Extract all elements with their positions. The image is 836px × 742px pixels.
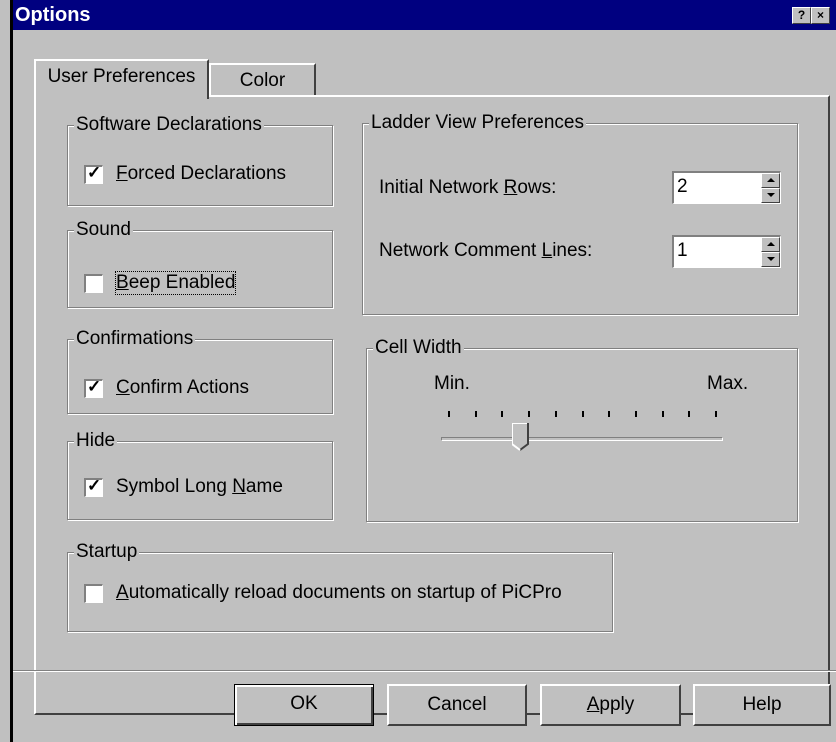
slider-tick — [608, 411, 611, 417]
spin-down-button[interactable] — [761, 252, 780, 267]
window-title: Options — [15, 4, 91, 26]
confirm-actions-checkbox[interactable]: ✓ Confirm Actions — [84, 377, 249, 399]
slider-tick — [661, 411, 664, 417]
checkbox-box[interactable]: ✓ — [84, 162, 103, 184]
window-edge — [10, 0, 13, 742]
tab-user-preferences[interactable]: User Preferences — [34, 59, 209, 99]
slider-tick — [688, 411, 691, 417]
arrow-down-icon — [767, 193, 775, 197]
close-icon[interactable]: × — [811, 7, 830, 24]
network-comment-lines-spinner[interactable]: 1 — [672, 235, 781, 268]
slider-tick — [715, 411, 717, 417]
arrow-up-icon — [767, 242, 775, 246]
checkbox-label: Symbol Long Name — [116, 476, 283, 497]
checkbox-box[interactable] — [84, 583, 103, 603]
check-icon: ✓ — [87, 162, 102, 182]
arrow-up-icon — [767, 178, 775, 182]
arrow-down-icon — [767, 257, 775, 261]
checkbox-label: Confirm Actions — [116, 377, 250, 398]
group-label: Cell Width — [373, 337, 464, 359]
options-dialog: Options ? × User Preferences Color Softw… — [0, 0, 836, 742]
slider-tick — [474, 411, 477, 417]
spin-up-button[interactable] — [761, 237, 780, 252]
slider-tick — [501, 411, 504, 417]
group-label: Confirmations — [74, 328, 196, 350]
separator — [13, 670, 836, 672]
symbol-long-name-checkbox[interactable]: ✓ Symbol Long Name — [84, 476, 283, 498]
slider-tick — [448, 411, 450, 417]
cancel-button[interactable]: Cancel — [387, 684, 527, 726]
tab-label: Color — [239, 70, 286, 91]
initial-network-rows-label: Initial Network Rows: — [379, 177, 557, 198]
check-icon: ✓ — [87, 376, 102, 396]
slider-tick — [581, 411, 584, 417]
spinner-value[interactable]: 2 — [677, 176, 688, 198]
auto-reload-checkbox[interactable]: Automatically reload documents on startu… — [84, 582, 562, 604]
slider-tick — [634, 411, 637, 417]
spinner-value[interactable]: 1 — [677, 240, 688, 262]
group-label: Software Declarations — [74, 114, 264, 136]
initial-network-rows-spinner[interactable]: 2 — [672, 171, 781, 204]
checkbox-label: Forced Declarations — [116, 163, 287, 184]
title-bar[interactable]: Options ? × — [13, 0, 836, 30]
apply-button[interactable]: Apply — [540, 684, 681, 726]
slider-tick — [528, 411, 531, 417]
checkbox-label: Automatically reload documents on startu… — [116, 582, 562, 603]
slider-min-label: Min. — [434, 373, 470, 394]
tab-color[interactable]: Color — [209, 63, 316, 97]
tab-label: User Preferences — [47, 66, 196, 87]
help-button[interactable]: Help — [693, 684, 831, 726]
checkbox-box[interactable] — [84, 273, 103, 293]
group-label: Hide — [74, 430, 118, 452]
cell-width-slider-track[interactable] — [441, 437, 723, 441]
group-label: Sound — [74, 219, 133, 241]
slider-tick — [554, 411, 557, 417]
spin-down-button[interactable] — [761, 188, 780, 203]
beep-enabled-checkbox[interactable]: Beep Enabled — [84, 271, 237, 295]
checkbox-box[interactable]: ✓ — [84, 475, 103, 497]
ok-button[interactable]: OK — [234, 684, 374, 726]
group-sound: Sound — [67, 219, 333, 308]
forced-declarations-checkbox[interactable]: ✓ Forced Declarations — [84, 163, 286, 185]
cell-width-slider-thumb[interactable] — [512, 423, 530, 451]
check-icon: ✓ — [87, 475, 102, 495]
group-label: Ladder View Preferences — [369, 112, 586, 134]
group-label: Startup — [74, 541, 140, 563]
checkbox-box[interactable]: ✓ — [84, 376, 103, 398]
group-ladder-view-preferences: Ladder View Preferences — [362, 112, 798, 315]
slider-max-label: Max. — [707, 373, 749, 394]
checkbox-label: Beep Enabled — [114, 271, 237, 295]
help-icon[interactable]: ? — [792, 7, 811, 24]
spin-up-button[interactable] — [761, 173, 780, 188]
network-comment-lines-label: Network Comment Lines: — [379, 240, 593, 261]
